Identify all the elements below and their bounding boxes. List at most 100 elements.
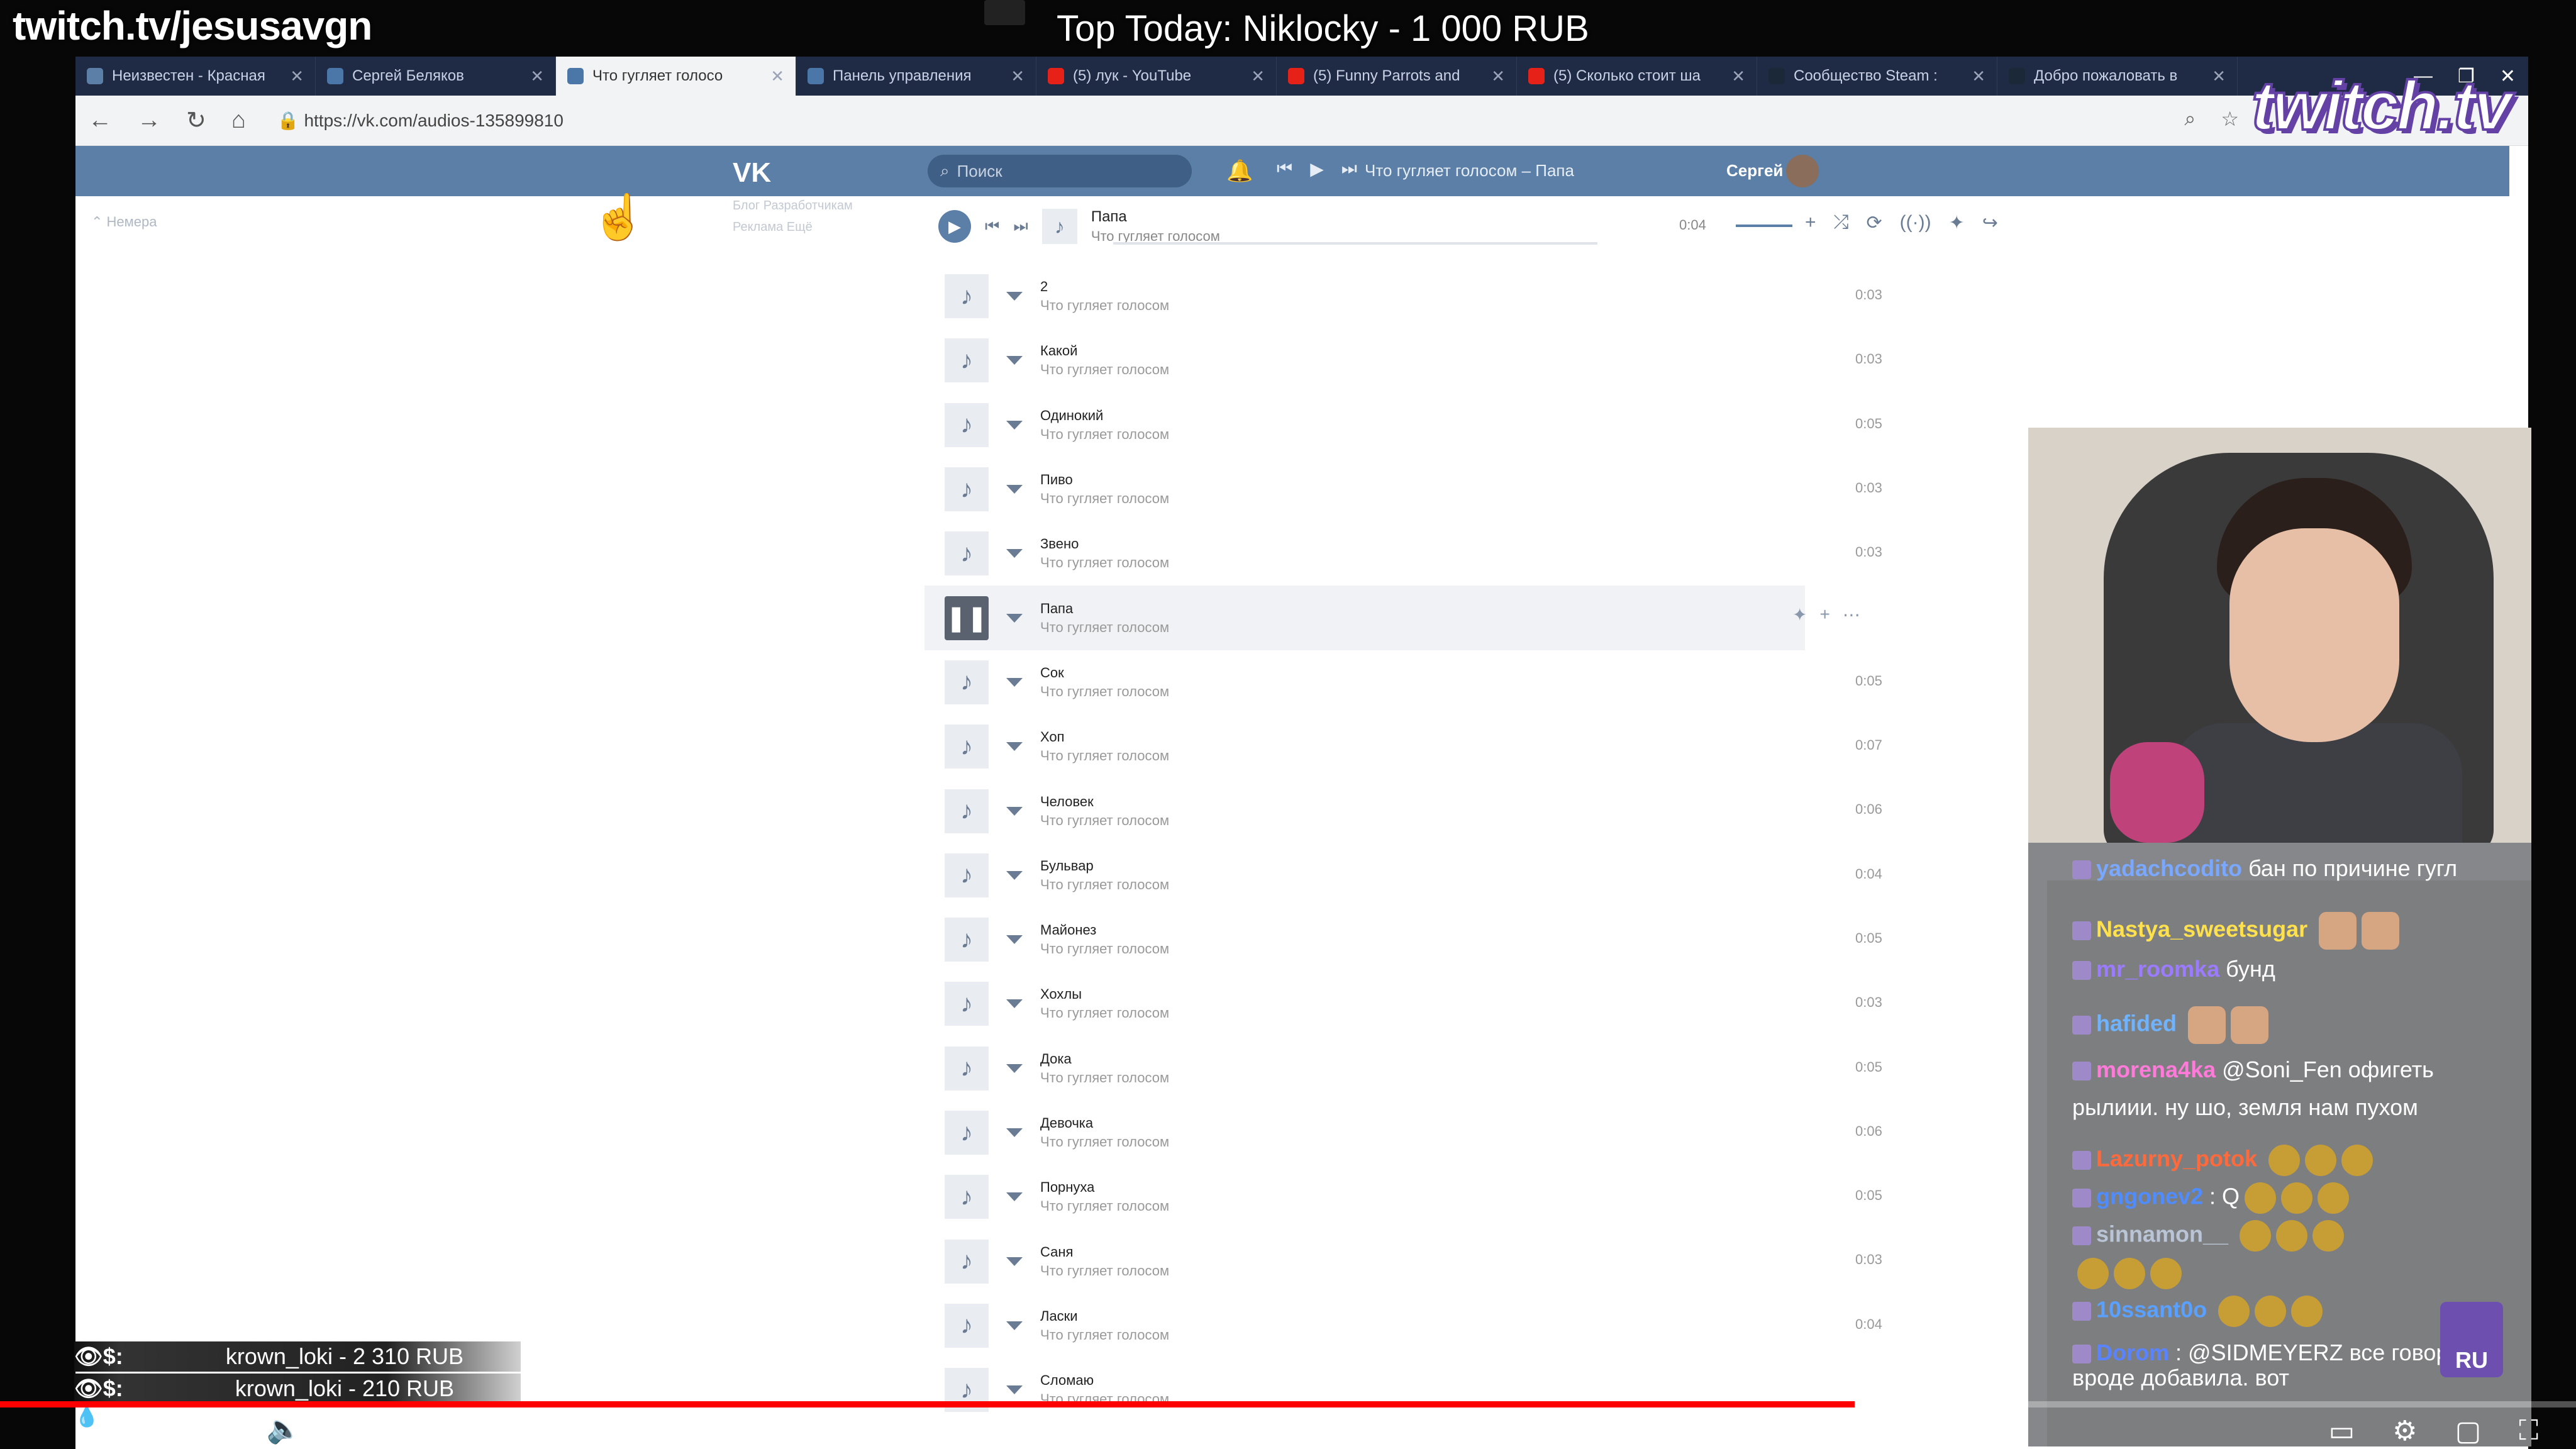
track-row[interactable]: ♪ Бульвар Что гугляет голосом 0:04 xyxy=(924,843,1882,908)
track-row[interactable]: ♪ Какой Что гугляет голосом 0:03 xyxy=(924,328,1882,392)
close-icon[interactable]: ✕ xyxy=(1972,67,1985,86)
chat-username[interactable]: Nastya_sweetsugar xyxy=(2096,916,2307,942)
footer-link-row[interactable]: Реклама Ещё xyxy=(733,216,921,238)
subtitles-icon[interactable]: ▭ xyxy=(2329,1415,2355,1447)
play-icon[interactable]: ▶ xyxy=(132,1413,153,1445)
footer-link-row[interactable]: Блог Разработчикам xyxy=(733,195,921,216)
chat-username[interactable]: yadachcodito xyxy=(2096,855,2242,881)
prev-icon[interactable]: ⏮ xyxy=(1277,158,1292,179)
dropdown-arrow-icon[interactable] xyxy=(1006,485,1023,494)
music-note-icon[interactable]: ♪ xyxy=(945,1239,989,1284)
music-note-icon[interactable]: ♪ xyxy=(945,338,989,383)
tab-6[interactable]: (5) Сколько стоит ша ✕ xyxy=(1517,57,1757,96)
track-row[interactable]: ♪ Звено Что гугляет голосом 0:03 xyxy=(924,521,1882,586)
track-row[interactable]: ♪ Хоп Что гугляет голосом 0:07 xyxy=(924,714,1882,779)
pause-icon[interactable]: ❚❚ xyxy=(945,596,989,640)
chat-username[interactable]: sinnamon__ xyxy=(2096,1221,2228,1247)
track-row[interactable]: ♪ Ласки Что гугляет голосом 0:04 xyxy=(924,1294,1882,1358)
broadcast-icon[interactable]: ((·)) xyxy=(1900,212,1931,234)
music-note-icon[interactable]: ♪ xyxy=(945,467,989,512)
play-icon[interactable]: ▶ xyxy=(1310,158,1324,179)
chat-username[interactable]: mr_roomka xyxy=(2096,956,2219,982)
track-row[interactable]: ♪ Саня Что гугляет голосом 0:03 xyxy=(924,1229,1882,1293)
reload-icon[interactable]: ↻ xyxy=(186,106,206,135)
dropdown-arrow-icon[interactable] xyxy=(1006,677,1023,687)
music-note-icon[interactable]: ♪ xyxy=(945,660,989,704)
dropdown-arrow-icon[interactable] xyxy=(1006,870,1023,880)
music-note-icon[interactable]: ♪ xyxy=(945,1111,989,1155)
close-icon[interactable]: ✕ xyxy=(1011,67,1024,86)
url-field[interactable]: 🔒 https://vk.com/audios-135899810 xyxy=(277,110,564,131)
close-icon[interactable]: ✕ xyxy=(2212,67,2226,86)
track-row[interactable]: ♪ Сок Что гугляет голосом 0:05 xyxy=(924,650,1882,714)
tab-7[interactable]: Сообщество Steam : ✕ xyxy=(1757,57,1997,96)
vk-search-input[interactable]: ⌕ Поиск xyxy=(928,155,1192,187)
tab-5[interactable]: (5) Funny Parrots and ✕ xyxy=(1277,57,1517,96)
track-row[interactable]: ♪ 2 Что гугляет голосом 0:03 xyxy=(924,264,1882,328)
track-row[interactable]: ♪ Одинокий Что гугляет голосом 0:05 xyxy=(924,393,1882,457)
shuffle-icon[interactable]: ⤮ xyxy=(1834,212,1849,234)
close-icon[interactable]: ✕ xyxy=(770,67,784,86)
chat-username[interactable]: morena4ka xyxy=(2096,1057,2216,1082)
chat-username[interactable]: 10ssant0o xyxy=(2096,1297,2207,1323)
close-icon[interactable]: ✕ xyxy=(1491,67,1505,86)
play-button[interactable]: ▶ xyxy=(938,210,971,243)
add-icon[interactable]: + xyxy=(1819,604,1829,625)
user-name[interactable]: Сергей xyxy=(1726,161,1783,180)
dropdown-arrow-icon[interactable] xyxy=(1006,549,1023,558)
chat-username[interactable]: gngonev2 xyxy=(2096,1184,2203,1209)
more-icon[interactable]: ⋯ xyxy=(1843,604,1860,625)
back-icon[interactable]: ← xyxy=(88,107,112,134)
zoom-icon[interactable]: ⌕ xyxy=(2184,107,2196,131)
dropdown-arrow-icon[interactable] xyxy=(1006,613,1023,623)
music-note-icon[interactable]: ♪ xyxy=(945,531,989,576)
miniplayer-icon[interactable]: ▢ xyxy=(2455,1415,2482,1447)
track-row[interactable]: ♪ Пиво Что гугляет голосом 0:03 xyxy=(924,457,1882,521)
prev-icon[interactable]: ⏮ xyxy=(985,216,999,236)
home-icon[interactable]: ⌂ xyxy=(231,107,246,134)
music-note-icon[interactable]: ♪ xyxy=(945,918,989,962)
track-row[interactable]: ❚❚ Папа Что гугляет голосом ✦ + ⋯ xyxy=(924,586,1860,650)
track-row[interactable]: ♪ Девочка Что гугляет голосом 0:06 xyxy=(924,1101,1882,1165)
music-note-icon[interactable]: ♪ xyxy=(945,1175,989,1219)
track-row[interactable]: ♪ Человек Что гугляет голосом 0:06 xyxy=(924,779,1882,843)
dropdown-arrow-icon[interactable] xyxy=(1006,292,1023,301)
tab-0[interactable]: Неизвестен - Красная ✕ xyxy=(75,57,316,96)
add-icon[interactable]: + xyxy=(1805,212,1816,234)
forward-icon[interactable]: → xyxy=(137,107,161,134)
tab-1[interactable]: Сергей Беляков ✕ xyxy=(316,57,556,96)
music-note-icon[interactable]: ♪ xyxy=(945,274,989,319)
close-icon[interactable]: ✕ xyxy=(1731,67,1745,86)
dropdown-arrow-icon[interactable] xyxy=(1006,356,1023,365)
vk-logo[interactable]: VK xyxy=(733,157,771,189)
track-row[interactable]: ♪ Дока Что гугляет голосом 0:05 xyxy=(924,1036,1882,1101)
music-note-icon[interactable]: ♪ xyxy=(945,1303,989,1348)
tab-3[interactable]: Панель управления ✕ xyxy=(796,57,1036,96)
close-icon[interactable]: ✕ xyxy=(530,67,544,86)
tab-2-active[interactable]: Что гугляет голосо ✕ xyxy=(556,57,796,96)
music-note-icon[interactable]: ♪ xyxy=(945,1046,989,1091)
share-icon[interactable]: ↪ xyxy=(1982,212,1998,234)
dropdown-arrow-icon[interactable] xyxy=(1006,1063,1023,1073)
dropdown-arrow-icon[interactable] xyxy=(1006,806,1023,816)
dropdown-arrow-icon[interactable] xyxy=(1006,999,1023,1009)
dropdown-arrow-icon[interactable] xyxy=(1006,1192,1023,1202)
dropdown-arrow-icon[interactable] xyxy=(1006,420,1023,430)
chat-username[interactable]: Lazurny_potok xyxy=(2096,1146,2257,1172)
video-progress-bar[interactable] xyxy=(0,1401,2576,1407)
close-icon[interactable]: ✕ xyxy=(1251,67,1265,86)
next-icon[interactable]: ⏭ xyxy=(1013,216,1028,236)
track-row[interactable]: ♪ Порнуха Что гугляет голосом 0:05 xyxy=(924,1165,1882,1229)
header-now-playing[interactable]: Что гугляет голосом – Папа xyxy=(1365,161,1574,180)
track-row[interactable]: ♪ Хохлы Что гугляет голосом 0:03 xyxy=(924,972,1882,1036)
next-icon[interactable]: ⏭ xyxy=(1341,158,1357,179)
player-progress-bar[interactable] xyxy=(1113,242,1597,245)
track-row[interactable]: ♪ Майонез Что гугляет голосом 0:05 xyxy=(924,908,1882,972)
volume-slider[interactable] xyxy=(1736,225,1792,227)
dropdown-arrow-icon[interactable] xyxy=(1006,935,1023,945)
recommend-icon[interactable]: ✦ xyxy=(1792,604,1807,625)
volume-icon[interactable]: 🔈 xyxy=(266,1413,301,1445)
recommend-icon[interactable]: ✦ xyxy=(1949,212,1965,234)
bookmark-star-icon[interactable]: ☆ xyxy=(2221,107,2239,131)
music-note-icon[interactable]: ♪ xyxy=(945,789,989,833)
